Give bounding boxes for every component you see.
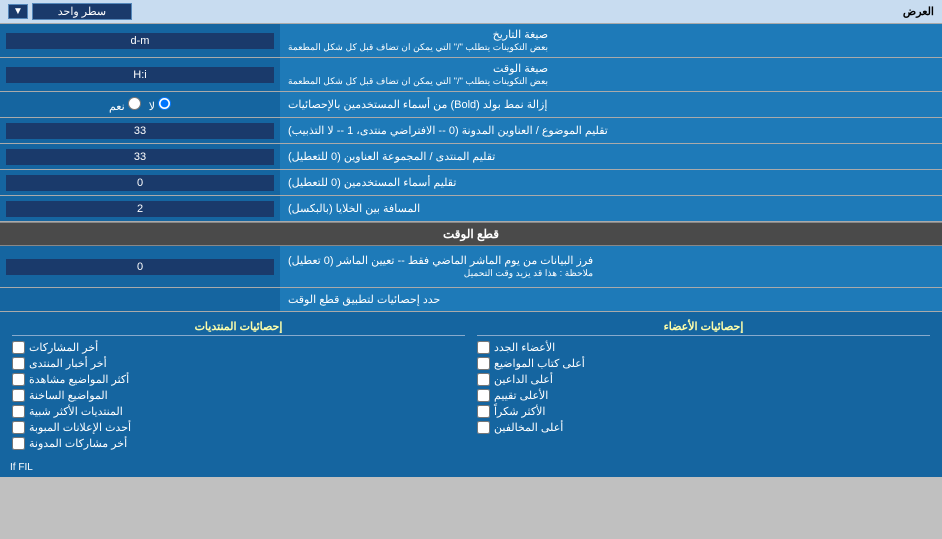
last-news-checkbox[interactable] (12, 357, 25, 370)
stats-apply-input-area (0, 288, 280, 311)
col-members-header: إحصائيات الأعضاء (477, 320, 930, 336)
col-forums-stats: إحصائيات المنتديات أخر المشاركات أخر أخب… (6, 320, 471, 450)
hot-topics-checkbox[interactable] (12, 389, 25, 402)
last-blog-posts-checkbox[interactable] (12, 437, 25, 450)
checkbox-latest-classifieds[interactable]: أحدث الإعلانات المبوبة (12, 421, 465, 434)
checkbox-top-topic-writers[interactable]: أعلى كتاب المواضيع (477, 357, 930, 370)
forum-group-label: تقليم المنتدى / المجموعة العناوين (0 للت… (280, 144, 942, 169)
topic-address-label: تقليم الموضوع / العناوين المدونة (0 -- ا… (280, 118, 942, 143)
checkbox-top-inviters[interactable]: أعلى الداعين (477, 373, 930, 386)
bold-remove-yes-radio[interactable] (128, 97, 141, 110)
top-violators-checkbox[interactable] (477, 421, 490, 434)
checkboxes-grid: إحصائيات الأعضاء الأعضاء الجدد أعلى كتاب… (6, 316, 936, 454)
main-container: العرض سطر واحد ▼ صيغة التاريخبعض التكوين… (0, 0, 942, 477)
checkbox-new-members[interactable]: الأعضاء الجدد (477, 341, 930, 354)
top-bar-right: سطر واحد ▼ (8, 3, 132, 20)
cell-spacing-row: المسافة بين الخلايا (بالبكسل) (0, 196, 942, 222)
forum-group-input[interactable] (6, 149, 274, 165)
stats-apply-row: حدد إحصائيات لتطبيق قطع الوقت (0, 288, 942, 312)
forum-group-row: تقليم المنتدى / المجموعة العناوين (0 للت… (0, 144, 942, 170)
col-members-stats: إحصائيات الأعضاء الأعضاء الجدد أعلى كتاب… (471, 320, 936, 450)
checkbox-top-rated[interactable]: الأعلى تقييم (477, 389, 930, 402)
date-format-input[interactable] (6, 33, 274, 49)
radio-no-label[interactable]: لا (149, 97, 171, 113)
checkbox-last-news[interactable]: أخر أخبار المنتدى (12, 357, 465, 370)
most-similar-forums-checkbox[interactable] (12, 405, 25, 418)
time-format-input[interactable] (6, 67, 274, 83)
most-viewed-checkbox[interactable] (12, 373, 25, 386)
cell-spacing-input[interactable] (6, 201, 274, 217)
col-forums-header: إحصائيات المنتديات (12, 320, 465, 336)
topic-address-input-area (0, 118, 280, 143)
bold-remove-row: إزالة نمط بولد (Bold) من أسماء المستخدمي… (0, 92, 942, 118)
latest-classifieds-checkbox[interactable] (12, 421, 25, 434)
topic-address-row: تقليم الموضوع / العناوين المدونة (0 -- ا… (0, 118, 942, 144)
time-format-label: صيغة الوقتبعض التكوينات يتطلب "/" التي ي… (280, 58, 942, 91)
forum-group-input-area (0, 144, 280, 169)
bold-remove-input-area: نعم لا (0, 92, 280, 117)
cut-row: فرز البيانات من يوم الماشر الماضي فقط --… (0, 246, 942, 288)
topic-address-input[interactable] (6, 123, 274, 139)
checkbox-hot-topics[interactable]: المواضيع الساخنة (12, 389, 465, 402)
cut-row-input-area (0, 246, 280, 287)
trim-usernames-input[interactable] (6, 175, 274, 191)
trim-usernames-label: تقليم أسماء المستخدمين (0 للتعطيل) (280, 170, 942, 195)
view-dropdown-button[interactable]: سطر واحد (32, 3, 132, 20)
date-format-input-area (0, 24, 280, 57)
checkboxes-section: إحصائيات الأعضاء الأعضاء الجدد أعلى كتاب… (0, 312, 942, 458)
dropdown-arrow-button[interactable]: ▼ (8, 4, 28, 19)
radio-yes-label[interactable]: نعم (109, 97, 141, 113)
cut-row-input[interactable] (6, 259, 274, 275)
bottom-note: If FIL (0, 458, 942, 477)
checkbox-most-thanked[interactable]: الأكثر شكراً (477, 405, 930, 418)
stats-apply-label: حدد إحصائيات لتطبيق قطع الوقت (280, 288, 942, 311)
checkbox-last-blog-posts[interactable]: أخر مشاركات المدونة (12, 437, 465, 450)
new-members-checkbox[interactable] (477, 341, 490, 354)
cell-spacing-input-area (0, 196, 280, 221)
top-rated-checkbox[interactable] (477, 389, 490, 402)
checkbox-most-similar-forums[interactable]: المنتديات الأكثر شبية (12, 405, 465, 418)
bold-remove-no-radio[interactable] (158, 97, 171, 110)
bold-remove-label: إزالة نمط بولد (Bold) من أسماء المستخدمي… (280, 92, 942, 117)
trim-usernames-row: تقليم أسماء المستخدمين (0 للتعطيل) (0, 170, 942, 196)
trim-usernames-input-area (0, 170, 280, 195)
time-format-input-area (0, 58, 280, 91)
last-posts-checkbox[interactable] (12, 341, 25, 354)
top-bar: العرض سطر واحد ▼ (0, 0, 942, 24)
top-bar-label: العرض (903, 5, 934, 18)
time-format-row: صيغة الوقتبعض التكوينات يتطلب "/" التي ي… (0, 58, 942, 92)
most-thanked-checkbox[interactable] (477, 405, 490, 418)
date-format-label: صيغة التاريخبعض التكوينات يتطلب "/" التي… (280, 24, 942, 57)
cell-spacing-label: المسافة بين الخلايا (بالبكسل) (280, 196, 942, 221)
checkbox-last-posts[interactable]: أخر المشاركات (12, 341, 465, 354)
date-format-row: صيغة التاريخبعض التكوينات يتطلب "/" التي… (0, 24, 942, 58)
checkbox-most-viewed[interactable]: أكثر المواضيع مشاهدة (12, 373, 465, 386)
top-inviters-checkbox[interactable] (477, 373, 490, 386)
top-topic-writers-checkbox[interactable] (477, 357, 490, 370)
checkbox-top-violators[interactable]: أعلى المخالفين (477, 421, 930, 434)
cut-time-section-header: قطع الوقت (0, 222, 942, 246)
cut-row-label: فرز البيانات من يوم الماشر الماضي فقط --… (280, 246, 942, 287)
